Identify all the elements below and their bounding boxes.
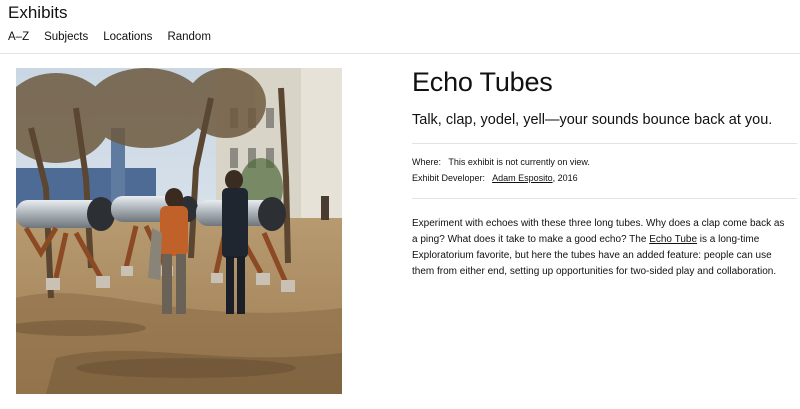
exhibit-description: Experiment with echoes with these three …	[412, 216, 792, 280]
exhibit-photo	[16, 68, 342, 394]
nav-item-random[interactable]: Random	[167, 31, 210, 43]
developer-link[interactable]: Adam Esposito	[492, 173, 553, 183]
developer-year: , 2016	[552, 173, 578, 183]
developer-label: Exhibit Developer:	[412, 173, 486, 183]
exhibit-subtitle: Talk, clap, yodel, yell—your sounds boun…	[412, 112, 773, 128]
exhibit-meta: Where: This exhibit is not currently on …	[412, 154, 797, 186]
exhibit-info: Echo Tubes Talk, clap, yodel, yell—your …	[412, 64, 797, 280]
nav-item-subjects[interactable]: Subjects	[44, 31, 88, 43]
site-title[interactable]: Exhibits	[8, 3, 68, 23]
developer-row: Exhibit Developer: Adam Esposito, 2016	[412, 170, 797, 186]
header-divider	[0, 53, 800, 54]
where-label: Where:	[412, 157, 442, 167]
where-value: This exhibit is not currently on view.	[448, 157, 590, 167]
nav-item-a-z[interactable]: A–Z	[8, 31, 29, 43]
where-row: Where: This exhibit is not currently on …	[412, 154, 797, 170]
divider	[412, 143, 797, 144]
echo-tube-link[interactable]: Echo Tube	[649, 234, 697, 245]
exhibit-title: Echo Tubes	[412, 67, 553, 97]
main-nav: A–Z Subjects Locations Random	[8, 31, 211, 43]
divider	[412, 198, 797, 199]
nav-item-locations[interactable]: Locations	[103, 31, 152, 43]
